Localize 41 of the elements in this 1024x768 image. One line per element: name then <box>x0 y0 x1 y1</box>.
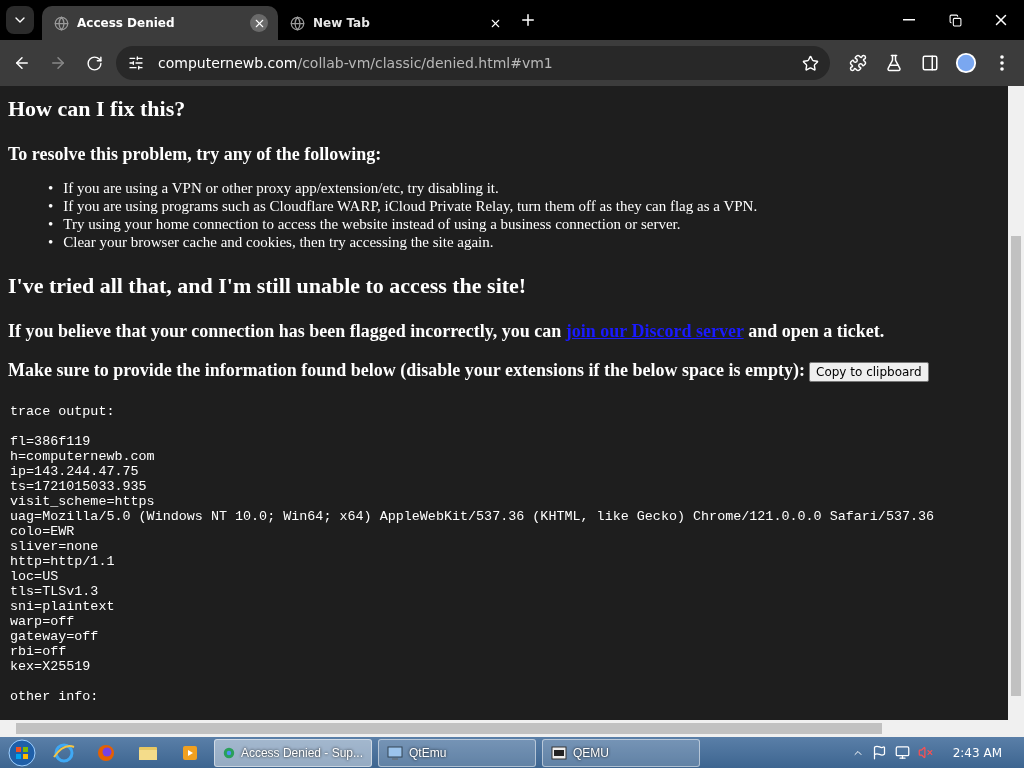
trace-line: gateway=off <box>10 628 100 644</box>
copy-button[interactable]: Copy to clipboard <box>809 361 929 382</box>
browser-tab[interactable]: New Tab <box>278 6 514 40</box>
trace-line: http=http/1.1 <box>10 553 116 569</box>
tab-title: Access Denied <box>77 16 176 30</box>
bullet: • <box>48 197 54 215</box>
section-heading: To resolve this problem, try any of the following: <box>8 144 383 165</box>
trace-line: visit_scheme=https <box>10 493 156 509</box>
trace-line: tls=TLSv1.3 <box>10 583 100 599</box>
page-heading: I've tried all that, and I'm still unable to access the site! <box>8 273 528 299</box>
trace-line: ip=143.244.47.75 <box>10 463 140 479</box>
tip-item: If you are using a VPN or other proxy app/extension/etc, try disabling it. <box>63 179 499 197</box>
tab-title: New Tab <box>313 16 371 30</box>
ticket-text: If you believe that your connection has been flagged incorrectly, you can join our Discord server and open a ticket. <box>8 321 886 342</box>
taskbar-button[interactable]: QEMU <box>542 738 700 767</box>
trace-line: rbi=off <box>10 643 68 659</box>
url-text: computernewb.com/collab-vm/classic/denied.html#vm1 <box>158 55 554 71</box>
bullet: • <box>48 179 54 197</box>
tip-item: Try using your home connection to access the website instead of using a business connection or server. <box>63 215 681 233</box>
trace-line: sliver=none <box>10 538 100 554</box>
trace-line: sni=plaintext <box>10 598 116 614</box>
taskbar-button[interactable]: QtEmu <box>378 738 536 767</box>
browser-tab[interactable]: Access Denied <box>42 6 278 40</box>
clock[interactable]: 2:43 AM <box>952 745 1002 760</box>
trace-line: ts=1721015033.935 <box>10 478 148 494</box>
address-bar[interactable]: computernewb.com/collab-vm/classic/denied.html#vm1 <box>116 46 830 80</box>
tip-item: If you are using programs such as Cloudflare WARP, iCloud Private Relay, turn them off as they can flag as a VPN. <box>63 197 758 215</box>
trace-line: uag=Mozilla/5.0 (Windows NT 10.0; Win64; x64) AppleWebKit/537.36 (KHTML, like Gecko) Chrome/121.0.0.0 Safari/537.36 <box>10 508 936 524</box>
bullet: • <box>48 215 54 233</box>
trace-title: trace output: <box>10 403 116 419</box>
info-prompt: Make sure to provide the information found below (disable your extensions if the below space is empty): <box>8 360 805 380</box>
bullet: • <box>48 233 54 251</box>
trace-line: h=computernewb.com <box>10 448 156 464</box>
page-heading: How can I fix this? <box>8 96 187 122</box>
other-info-label: other info: <box>10 688 100 704</box>
trace-line: warp=off <box>10 613 76 629</box>
trace-line: loc=US <box>10 568 60 584</box>
trace-line: kex=X25519 <box>10 658 92 674</box>
tip-item: Clear your browser cache and cookies, then try accessing the site again. <box>63 233 494 251</box>
trace-line: fl=386f119 <box>10 433 92 449</box>
trace-line: colo=EWR <box>10 523 76 539</box>
